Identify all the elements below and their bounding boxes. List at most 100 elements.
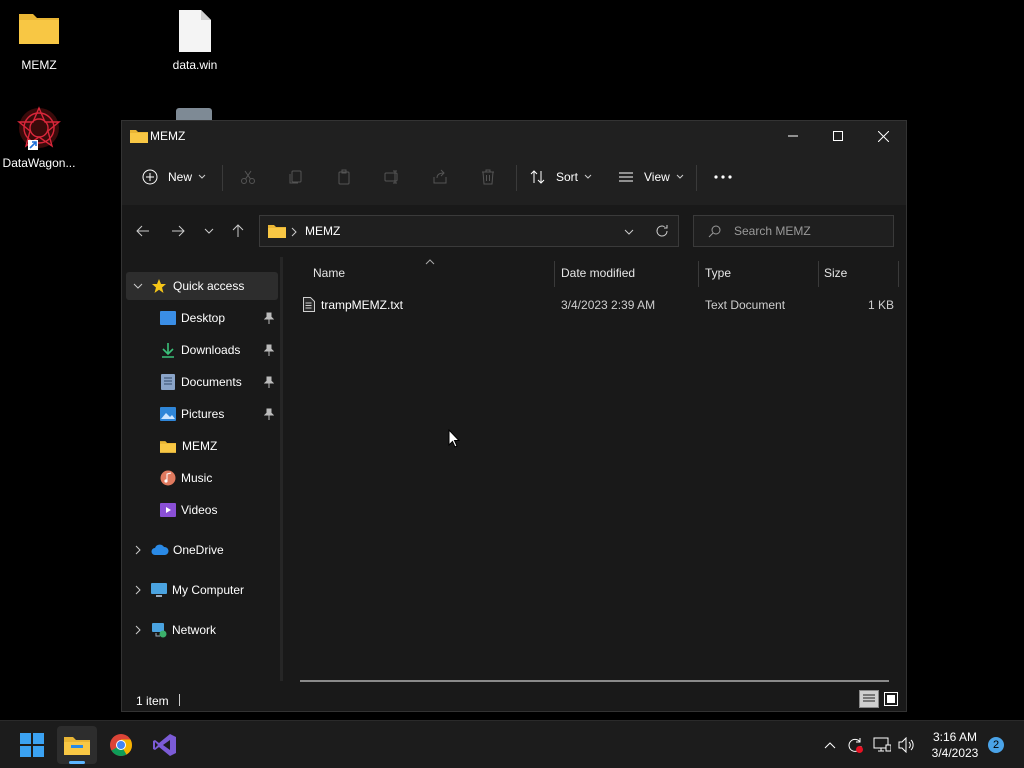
document-icon [161,374,175,390]
column-header-date[interactable]: Date modified [561,266,635,280]
sidebar-item-desktop[interactable]: Desktop [126,304,278,332]
column-divider[interactable] [818,261,819,287]
status-bar: 1 item [122,681,906,712]
mouse-cursor [448,429,460,448]
forward-button[interactable] [166,219,190,243]
pin-icon[interactable] [264,312,274,324]
sort-button[interactable]: Sort [530,161,592,193]
sidebar-item-onedrive[interactable]: OneDrive [126,536,278,564]
back-button[interactable] [131,219,155,243]
close-button[interactable] [860,121,906,151]
clock-date: 3/4/2023 [931,746,979,760]
chrome-icon [110,734,132,756]
desktop-icon-data-win[interactable]: data.win [155,8,235,72]
refresh-icon[interactable] [655,224,669,238]
file-type: Text Document [705,298,786,312]
minimize-button[interactable] [770,121,816,151]
sidebar-item-music[interactable]: Music [126,464,278,492]
sidebar-item-quick-access[interactable]: Quick access [126,272,278,300]
folder-icon [160,440,176,453]
address-bar[interactable]: MEMZ [259,215,679,247]
sidebar-item-my-computer[interactable]: My Computer [126,576,278,604]
title-bar[interactable]: MEMZ [122,121,906,151]
folder-icon [268,225,286,238]
pin-icon[interactable] [264,344,274,356]
download-arrow-icon [162,343,174,358]
desktop-icon-hidden[interactable] [176,108,212,120]
tray-update-icon-button[interactable] [845,735,865,755]
sidebar-item-videos[interactable]: Videos [126,496,278,524]
taskbar-visual-studio[interactable] [145,726,185,764]
taskbar-file-explorer[interactable] [57,726,97,764]
tray-volume-button[interactable] [897,735,917,755]
sidebar-item-label: Quick access [173,279,245,293]
toolbar-separator [222,165,223,191]
column-divider[interactable] [698,261,699,287]
arrow-up-icon [232,224,244,237]
navigation-bar: MEMZ Search MEMZ [122,205,906,257]
up-button[interactable] [226,219,250,243]
close-icon [877,130,889,142]
picture-icon [160,407,176,421]
rename-button[interactable] [384,161,400,193]
sidebar-item-network[interactable]: Network [126,616,278,644]
clock[interactable]: 3:16 AM 3/4/2023 [925,729,985,761]
taskbar-chrome[interactable] [101,726,141,764]
clipboard-icon [338,169,350,185]
tiles-view-button[interactable] [882,690,900,708]
speaker-icon [898,737,914,753]
more-options-button[interactable] [714,161,732,193]
column-header-type[interactable]: Type [705,266,731,280]
cut-button[interactable] [240,161,256,193]
new-button[interactable]: New [142,161,206,193]
show-hidden-icons-button[interactable] [820,735,840,755]
maximize-button[interactable] [815,121,861,151]
recent-locations-button[interactable] [197,219,221,243]
sidebar-item-downloads[interactable]: Downloads [126,336,278,364]
star-icon [152,279,166,293]
address-path[interactable]: MEMZ [305,224,340,238]
desktop-icon-memz[interactable]: MEMZ [0,10,79,72]
pin-icon[interactable] [264,376,274,388]
search-box[interactable]: Search MEMZ [693,215,894,247]
window-title: MEMZ [150,129,186,143]
pin-icon[interactable] [264,408,274,420]
delete-button[interactable] [480,161,496,193]
details-view-button[interactable] [859,690,879,708]
more-dots-icon [714,175,732,179]
tray-network-button[interactable] [872,735,892,755]
add-circle-icon [142,169,158,185]
sidebar-item-documents[interactable]: Documents [126,368,278,396]
start-button[interactable] [12,726,52,764]
paste-button[interactable] [336,161,352,193]
sort-arrows-icon [530,170,545,184]
search-icon [708,225,721,238]
column-header-size[interactable]: Size [824,266,847,280]
navigation-pane: Quick access Desktop Downloads Documents… [122,257,280,677]
chevron-down-icon [133,283,143,289]
table-row[interactable]: trampMEMZ.txt 3/4/2023 2:39 AM Text Docu… [297,293,897,319]
chevron-right-icon [135,585,141,595]
column-divider[interactable] [554,261,555,287]
arrow-left-icon [136,225,149,237]
visual-studio-icon [153,734,176,756]
item-count: 1 item [136,694,169,708]
notification-badge[interactable]: 2 [988,737,1004,753]
sidebar-item-label: Network [172,623,217,637]
copy-button[interactable] [288,161,304,193]
view-label: View [644,170,670,184]
sidebar-item-pictures[interactable]: Pictures [126,400,278,428]
share-button[interactable] [432,161,448,193]
view-button[interactable]: View [618,161,684,193]
network-icon [152,623,167,638]
clock-time: 3:16 AM [932,730,978,744]
file-name[interactable]: trampMEMZ.txt [321,298,403,312]
sidebar-item-memz[interactable]: MEMZ [126,432,278,460]
share-icon [433,169,447,184]
column-header-name[interactable]: Name [313,266,345,280]
maximize-icon [833,131,843,141]
chevron-down-icon[interactable] [624,229,634,235]
column-divider[interactable] [898,261,899,287]
music-icon [160,470,176,486]
desktop-icon-datawagon[interactable]: DataWagon... [0,104,79,170]
